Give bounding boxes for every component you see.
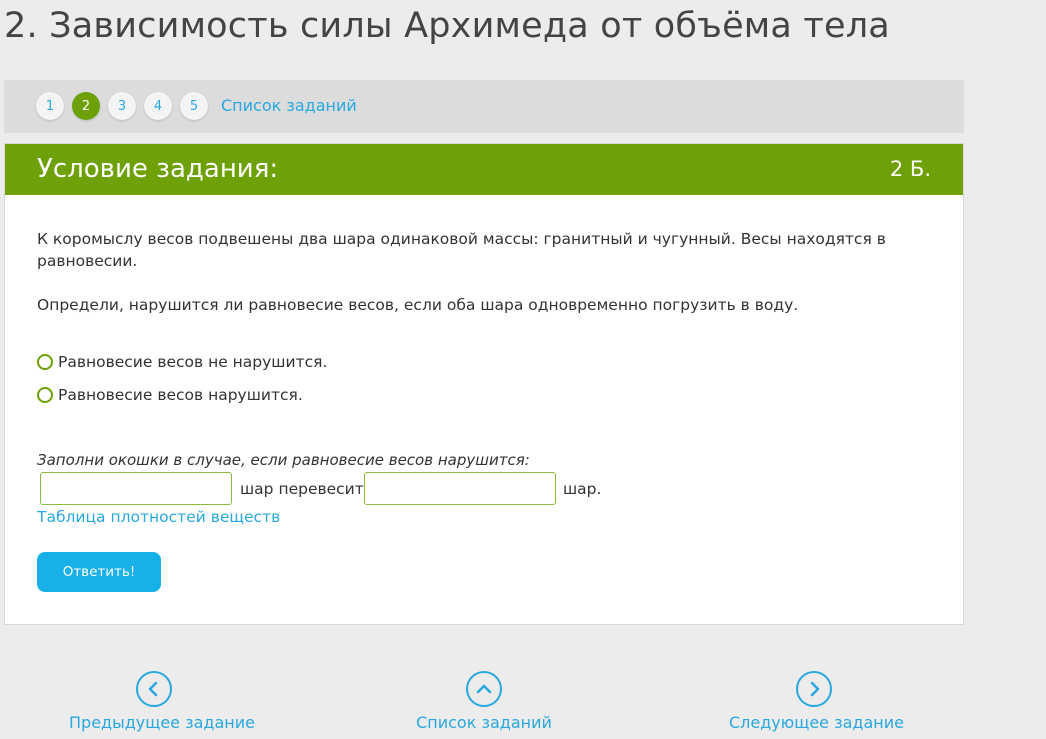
between-text: шар перевесит xyxy=(240,480,364,498)
fill-hint: Заполни окошки в случае, если равновесие… xyxy=(37,451,530,469)
option-label: Равновесие весов нарушится. xyxy=(58,386,303,404)
submit-button[interactable]: Ответить! xyxy=(37,552,161,592)
task-card: Условие задания: 2 Б. К коромыслу весов … xyxy=(4,143,964,625)
heavier-ball-input-1[interactable] xyxy=(40,472,232,505)
chevron-up-circle-icon[interactable] xyxy=(466,671,502,707)
chevron-left-circle-icon[interactable] xyxy=(136,671,172,707)
prev-task-label[interactable]: Предыдущее задание xyxy=(69,713,255,732)
task-header-title: Условие задания: xyxy=(37,154,279,184)
task-paragraph-1: К коромыслу весов подвешены два шара оди… xyxy=(37,230,886,270)
prev-task-nav[interactable]: Предыдущее задание xyxy=(69,671,255,732)
task-header: Условие задания: 2 Б. xyxy=(5,144,963,195)
task-list-link[interactable]: Список заданий xyxy=(221,96,357,115)
pager-item-3[interactable]: 3 xyxy=(108,92,136,120)
task-list-nav[interactable]: Список заданий xyxy=(414,671,554,732)
pager-item-2-active[interactable]: 2 xyxy=(72,92,100,120)
heavier-ball-input-2[interactable] xyxy=(364,472,556,505)
pager-item-4[interactable]: 4 xyxy=(144,92,172,120)
next-task-label[interactable]: Следующее задание xyxy=(729,713,904,732)
option-label: Равновесие весов не нарушится. xyxy=(58,353,328,371)
after-text: шар. xyxy=(563,480,602,498)
chevron-right-circle-icon[interactable] xyxy=(796,671,832,707)
radio-circle-icon[interactable] xyxy=(37,354,53,370)
page-title: 2. Зависимость силы Архимеда от объёма т… xyxy=(4,6,890,46)
option-change[interactable]: Равновесие весов нарушится. xyxy=(37,386,303,404)
next-task-nav[interactable]: Следующее задание xyxy=(729,671,904,732)
option-no-change[interactable]: Равновесие весов не нарушится. xyxy=(37,353,327,371)
pager-item-5[interactable]: 5 xyxy=(180,92,208,120)
task-list-label[interactable]: Список заданий xyxy=(414,713,554,732)
density-table-link[interactable]: Таблица плотностей веществ xyxy=(37,508,280,526)
task-pager: 1 2 3 4 5 Список заданий xyxy=(4,80,964,133)
pager-item-1[interactable]: 1 xyxy=(36,92,64,120)
radio-circle-icon[interactable] xyxy=(37,387,53,403)
task-paragraph-2: Определи, нарушится ли равновесие весов,… xyxy=(37,296,799,314)
task-score: 2 Б. xyxy=(889,157,931,181)
